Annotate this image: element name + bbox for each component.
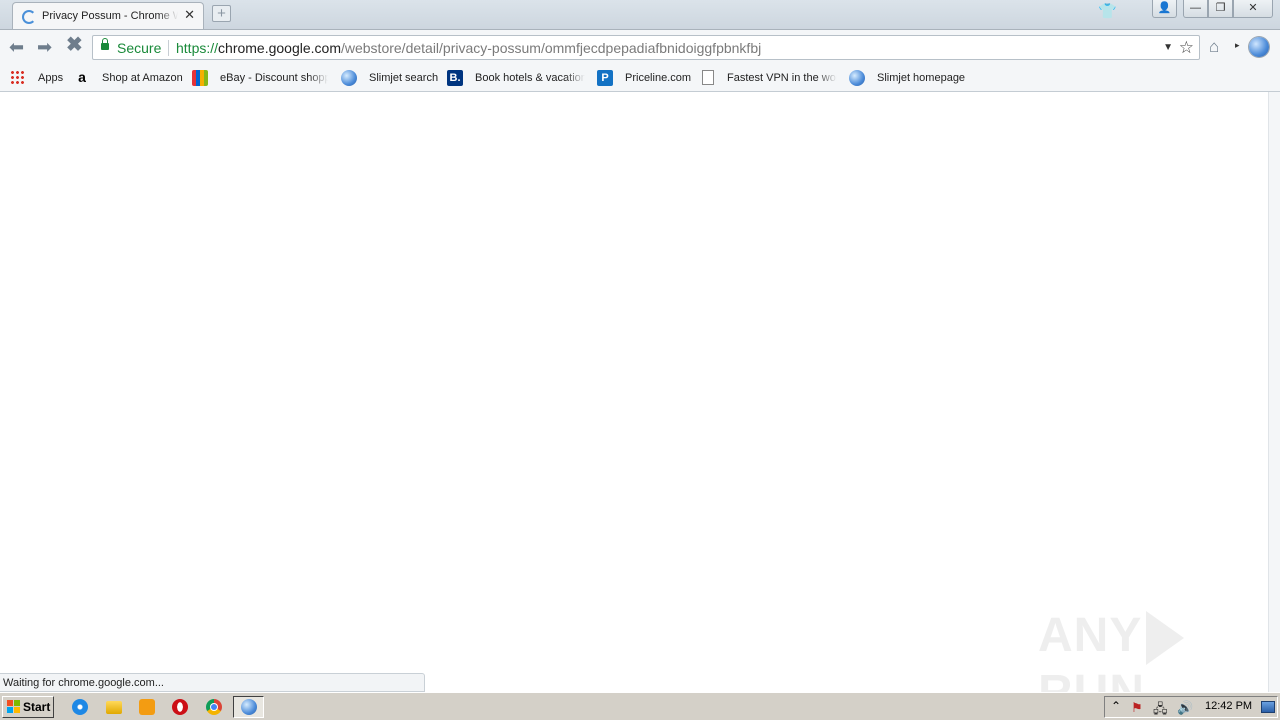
bookmark-label: Shop at Amazon: [102, 72, 183, 84]
bookmark-amazon[interactable]: a Shop at Amazon: [74, 70, 184, 88]
omnibox-divider: [168, 40, 169, 56]
url-host: chrome.google.com: [218, 40, 341, 56]
chrome-icon[interactable]: [206, 699, 222, 715]
priceline-icon: P: [597, 70, 613, 86]
action-center-flag-icon[interactable]: ⚑: [1131, 700, 1143, 716]
stop-loading-icon[interactable]: ✖: [66, 35, 83, 55]
address-bar[interactable]: Secure https://chrome.google.com/webstor…: [92, 35, 1200, 60]
loading-spinner-icon: [22, 10, 36, 24]
bookmark-label: Fastest VPN in the world: [727, 72, 837, 84]
globe-icon: [341, 70, 357, 86]
start-label: Start: [23, 700, 51, 714]
booking-icon: B.: [447, 70, 463, 86]
browser-menu-globe-icon[interactable]: [1249, 37, 1269, 57]
media-player-icon[interactable]: [139, 699, 155, 715]
bookmark-slimjet-search[interactable]: Slimjet search: [341, 70, 441, 88]
bookmark-slimjet-homepage[interactable]: Slimjet homepage: [849, 70, 969, 88]
network-icon[interactable]: 🖧: [1153, 700, 1168, 722]
bookmark-star-icon[interactable]: ☆: [1179, 38, 1194, 58]
tab-close-icon[interactable]: ✕: [184, 8, 195, 22]
bookmark-ebay[interactable]: eBay - Discount shopping: [192, 70, 332, 88]
taskbar-slimjet-window[interactable]: [233, 696, 264, 718]
bookmark-booking[interactable]: B. Book hotels & vacation rentals: [447, 70, 589, 88]
bookmark-vpn[interactable]: Fastest VPN in the world: [699, 70, 841, 88]
system-tray: ⌃ ⚑ 🖧 🔊 12:42 PM: [1104, 696, 1278, 718]
forward-arrow-icon[interactable]: ➡: [37, 38, 52, 56]
bookmark-priceline[interactable]: P Priceline.com: [597, 70, 693, 88]
home-icon[interactable]: ⌂: [1209, 38, 1219, 56]
internet-explorer-icon[interactable]: [72, 699, 88, 715]
bookmark-apps[interactable]: Apps: [10, 70, 70, 88]
url-path: /webstore/detail/privacy-possum/ommfjecd…: [340, 40, 762, 56]
opera-icon[interactable]: [172, 699, 188, 715]
bookmark-label: eBay - Discount shopping: [220, 72, 328, 84]
page-icon: [702, 70, 714, 85]
back-arrow-icon[interactable]: ⬅: [9, 38, 24, 56]
start-button[interactable]: Start: [2, 696, 54, 718]
ebay-icon: [192, 70, 208, 86]
page-content: [0, 92, 1268, 692]
globe-icon: [849, 70, 865, 86]
omnibox-dropdown-icon[interactable]: ▼: [1163, 42, 1173, 53]
tab-privacy-possum[interactable]: Privacy Possum - Chrome Web Store ✕: [12, 2, 204, 29]
url-scheme: https://: [176, 40, 219, 56]
bookmarks-bar: Apps a Shop at Amazon eBay - Discount sh…: [0, 65, 1280, 92]
taskbar: Start ⌃ ⚑ 🖧 🔊 12:42 PM: [0, 692, 1280, 720]
bookmark-label: Priceline.com: [625, 72, 692, 84]
show-desktop-icon[interactable]: [1261, 701, 1275, 713]
clock[interactable]: 12:42 PM: [1205, 700, 1252, 712]
lock-icon[interactable]: [101, 38, 109, 50]
watermark-left: ANY: [1038, 609, 1143, 662]
maximize-button[interactable]: ❐: [1208, 0, 1233, 18]
windows-flag-icon: [7, 700, 20, 713]
tray-expand-icon[interactable]: ⌃: [1111, 699, 1121, 713]
amazon-icon: a: [78, 69, 86, 85]
bookmark-label: Slimjet search: [369, 72, 439, 84]
watermark-play-icon: [1146, 611, 1185, 666]
profile-button[interactable]: 👤: [1152, 0, 1177, 18]
url-text[interactable]: https://chrome.google.com/webstore/detai…: [176, 40, 761, 56]
folder-icon[interactable]: [106, 701, 122, 714]
vertical-scrollbar[interactable]: [1268, 92, 1280, 692]
browser-toolbar: ⬅ ➡ ✖ Secure https://chrome.google.com/w…: [0, 29, 1280, 65]
tab-title: Privacy Possum - Chrome Web Store: [42, 10, 178, 22]
apps-grid-icon: [10, 70, 26, 86]
new-tab-button[interactable]: +: [212, 5, 231, 22]
bookmark-label: Book hotels & vacation rentals: [475, 72, 585, 84]
tab-strip: Privacy Possum - Chrome Web Store ✕ + 👕 …: [0, 0, 1280, 29]
minimize-button[interactable]: —: [1183, 0, 1208, 18]
home-menu-arrow-icon[interactable]: ▸: [1235, 40, 1240, 51]
shirt-theme-icon[interactable]: 👕: [1098, 2, 1117, 20]
security-indicator[interactable]: Secure: [117, 40, 161, 56]
close-window-button[interactable]: ✕: [1233, 0, 1273, 18]
bookmark-label: Apps: [38, 72, 64, 84]
volume-icon[interactable]: 🔊: [1177, 700, 1193, 716]
status-bubble: Waiting for chrome.google.com...: [0, 673, 425, 692]
slimjet-globe-icon: [241, 699, 257, 715]
bookmark-label: Slimjet homepage: [877, 72, 966, 84]
